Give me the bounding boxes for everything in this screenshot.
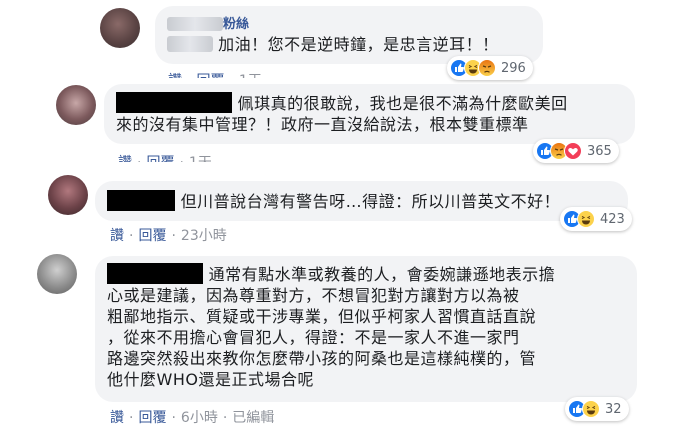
reply-link[interactable]: 回覆 [138,410,166,426]
comment-text-line: 但川普說台灣有警告呀…得證：所以川普英文不好！ [180,192,561,211]
comment-bubble: 通常有點水準或教養的人，會委婉謙遜地表示擔 心或是建議，因為尊重對方，不想冒犯對… [95,256,637,402]
reaction-count: 32 [605,401,622,417]
reaction-summary[interactable]: 296 [447,56,533,80]
timestamp[interactable]: 23小時 [181,228,227,244]
reply-link[interactable]: 回覆 [196,73,224,78]
comment-text: 但川普說台灣有警告呀…得證：所以川普英文不好！ [107,190,618,212]
like-link[interactable]: 讚 [168,73,182,78]
comment-text-line: 佩琪真的很敢說，我也是很不滿為什麼歐美回 [237,94,568,113]
comment-actions: 讚 · 回覆 · 6小時 · 已編輯 [110,410,275,426]
angry-icon [478,59,496,77]
avatar[interactable] [37,254,77,294]
haha-icon [582,400,600,418]
comment-bubble: 佩琪真的很敢說，我也是很不滿為什麼歐美回 來的沒有集中管理？！政府一直沒給說法，… [104,84,635,144]
reaction-summary[interactable]: 365 [533,139,619,163]
reaction-count: 423 [600,211,625,227]
comment-text-line: 他什麼WHO還是正式場合呢 [107,370,314,389]
avatar[interactable] [100,8,140,48]
like-link[interactable]: 讚 [110,410,124,426]
reply-link[interactable]: 回覆 [146,155,174,162]
comment-text-line: 來的沒有集中管理？！政府一直沒給說法，根本雙重標準 [116,115,529,134]
commenter-name-redacted[interactable] [107,190,175,211]
comment-text-line: 心或是建議，因為尊重對方，不想冒犯對方讓對方以為被 [107,286,520,305]
comment-text-line: ，從來不用擔心會冒犯人，得證：不是一家人不進一家門 [107,328,520,347]
reaction-count: 296 [501,60,526,76]
comment-text: 佩琪真的很敢說，我也是很不滿為什麼歐美回 [116,92,625,114]
reaction-summary[interactable]: 32 [565,397,629,421]
comment-actions: 讚·回覆·1天 [118,152,212,162]
avatar[interactable] [56,85,96,125]
love-icon [564,142,582,160]
reaction-summary[interactable]: 423 [560,207,632,231]
haha-icon [577,210,595,228]
comment-actions: 讚 · 回覆 · 23小時 [110,228,227,244]
avatar[interactable] [48,175,88,215]
comment-text: 通常有點水準或教養的人，會委婉謙遜地表示擔 [107,263,627,285]
reaction-count: 365 [587,143,612,159]
commenter-name-blurred[interactable] [167,16,223,31]
like-link[interactable]: 讚 [110,228,124,244]
like-link[interactable]: 讚 [118,155,132,162]
comment-bubble: 但川普說台灣有警告呀…得證：所以川普英文不好！ [95,181,628,221]
timestamp[interactable]: 1天 [239,73,262,78]
reply-link[interactable]: 回覆 [138,228,166,244]
comment-text-line: 粗鄙地指示、質疑或干涉專業，但似乎柯家人習慣直話直說 [107,307,537,326]
timestamp[interactable]: 6小時 [181,410,218,426]
edited-label[interactable]: 已編輯 [232,410,274,426]
timestamp[interactable]: 1天 [189,155,212,162]
commenter-name-redacted[interactable] [107,263,203,284]
blurred-mention [167,36,213,52]
comment-text-line: 路邊突然殺出來教你怎麼帶小孩的阿桑也是這樣純樸的，管 [107,349,537,368]
comment-text-line: 通常有點水準或教養的人，會委婉謙遜地表示擔 [208,265,556,284]
commenter-name-redacted[interactable] [116,92,232,113]
commenter-name-suffix[interactable]: 粉絲 [223,17,249,32]
comment-text: 加油！您不是逆時鐘，是忠言逆耳！！ [218,35,499,54]
comment-actions: 讚·回覆·1天 [168,70,262,78]
